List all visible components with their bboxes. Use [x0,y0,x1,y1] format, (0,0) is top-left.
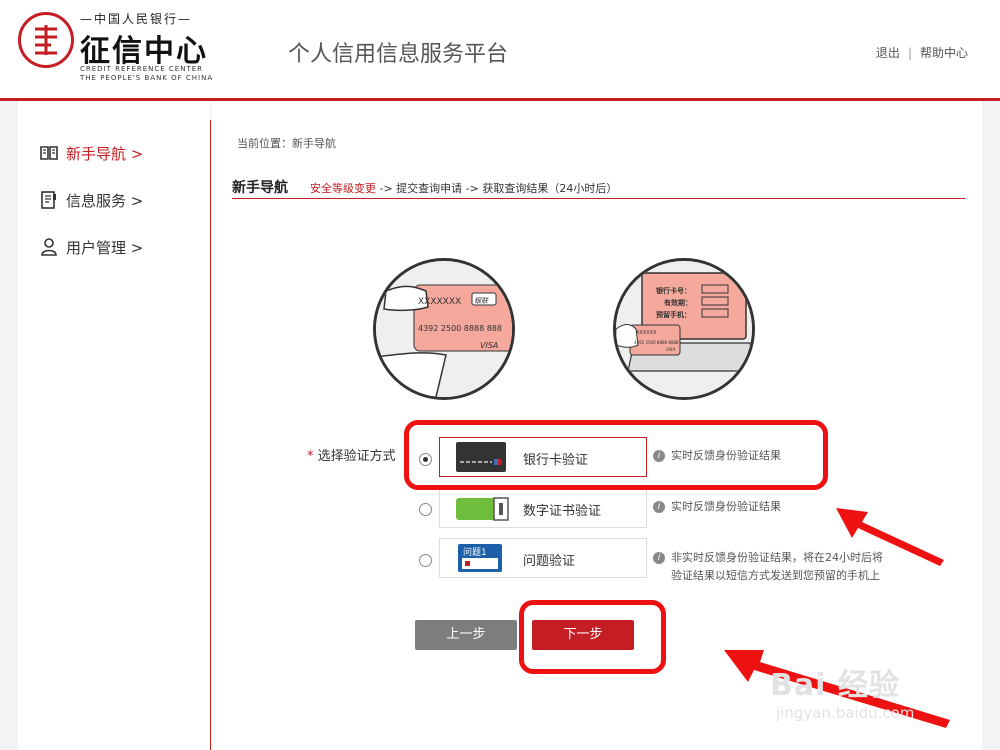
card-number-short: XXXXXXX [418,297,462,307]
guide-steps: 安全等级变更 -> 提交查询申请 -> 获取查询结果（24小时后） [310,180,617,196]
guide-header: 新手导航 安全等级变更 -> 提交查询申请 -> 获取查询结果（24小时后） [232,177,965,199]
info-icon: i [653,501,665,513]
option-question[interactable]: 问题1 问题验证 [439,538,647,578]
bank-card-illustration: XXXXXXX 银联 4392 2500 8888 888 VISA [373,258,515,400]
logo-top-text: —中国人民银行— [80,12,193,26]
option-label: 问题验证 [523,554,576,569]
sidebar-item-label: 新手导航 > [66,145,144,163]
info-icon: i [653,552,665,564]
option-info: i 实时反馈身份验证结果 [653,498,781,516]
mini-card-number-short: XXXXXX [636,330,657,336]
required-mark: * [307,449,318,464]
breadcrumb: 当前位置：新手导航 [237,137,336,150]
laptop-form-illustration: 银行卡号： 有效期： 预留手机： XXXXXX 4392 2500 8888 8… [613,258,755,400]
top-links: 退出 | 帮助中心 [876,44,968,61]
question-card-icon: 问题1 [458,544,502,572]
credit-center-logo: —中国人民银行— 征信中心 CREDIT REFERENCE CENTER TH… [18,10,238,85]
card-visa-label: VISA [480,341,499,350]
card-number: 4392 2500 8888 888 [418,324,502,333]
logo-en-line1: CREDIT REFERENCE CENTER [80,65,204,73]
help-center-link[interactable]: 帮助中心 [920,46,968,60]
baidu-jingyan-watermark: Bai 经验 jingyan.baidu.com [770,660,990,740]
highlight-bank-card-option [404,420,828,490]
logout-link[interactable]: 退出 [876,46,900,60]
prev-step-button[interactable]: 上一步 [415,620,517,650]
link-separator: | [907,46,912,60]
sidebar-item-label: 信息服务 > [66,192,144,210]
book-icon [40,144,58,162]
sidebar-item-guide[interactable]: 新手导航 > [40,143,143,164]
sidebar: 新手导航 > 信息服务 > 用户管理 > [18,101,210,750]
radio-question[interactable] [419,554,432,567]
question-icon-text: 问题1 [463,548,487,558]
document-icon [40,191,58,209]
remaining-steps: -> 提交查询申请 -> 获取查询结果（24小时后） [376,182,618,195]
sidebar-item-label: 用户管理 > [66,239,144,257]
logo-name: 征信中心 [80,34,208,69]
watermark-brand: Bai 经验 [770,668,900,703]
seal-icon [18,12,74,68]
sidebar-item-info-service[interactable]: 信息服务 > [40,190,143,211]
current-step: 安全等级变更 [310,182,376,195]
guide-title: 新手导航 [232,180,288,196]
option-digital-cert[interactable]: 数字证书验证 [439,488,647,528]
verify-method-text: 选择验证方式 [317,449,396,464]
form-card-label: 银行卡号： [656,287,691,295]
verify-method-label: * 选择验证方式 [307,445,396,464]
form-phone-label: 预留手机： [656,311,691,319]
arrow-icon [836,508,944,566]
usb-key-icon [456,497,512,525]
user-icon [40,238,58,256]
card-brand-label: 银联 [474,297,488,305]
option-label: 数字证书验证 [523,504,602,519]
header: —中国人民银行— 征信中心 CREDIT REFERENCE CENTER TH… [0,0,1000,98]
platform-title: 个人信用信息服务平台 [288,42,509,67]
highlight-next-button [519,600,666,674]
mini-card-visa: VISA [666,347,676,352]
mini-card-number: 4392 2500 8888 8888 [634,340,679,345]
form-expiry-label: 有效期： [664,299,692,307]
logo-en-line2: THE PEOPLE'S BANK OF CHINA [80,74,214,82]
sidebar-item-user-management[interactable]: 用户管理 > [40,237,143,258]
radio-digital-cert[interactable] [419,503,432,516]
watermark-url: jingyan.baidu.com [776,704,915,722]
